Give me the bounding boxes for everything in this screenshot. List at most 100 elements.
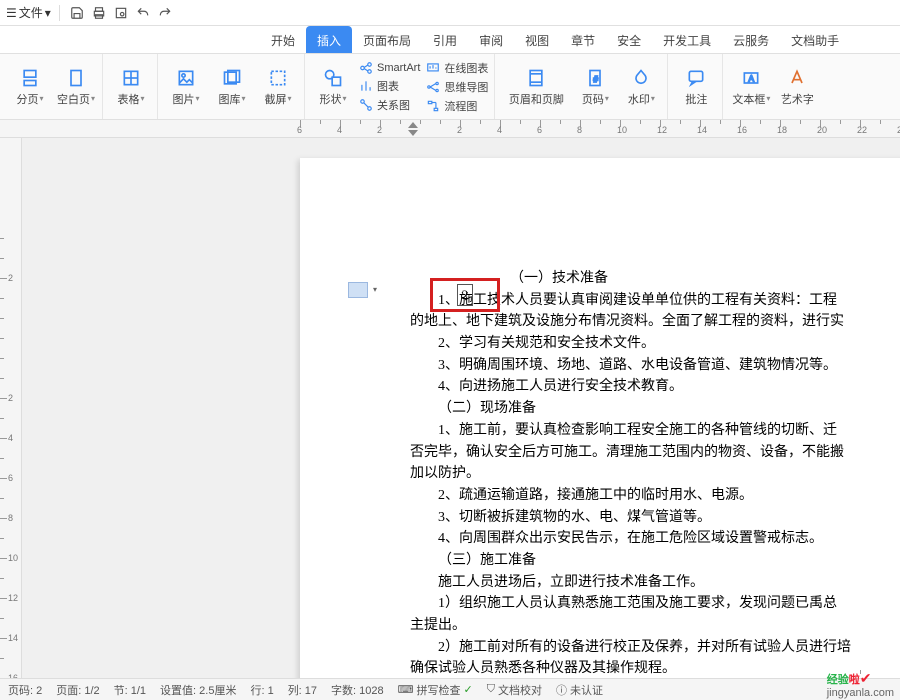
- status-line[interactable]: 行: 1: [250, 682, 273, 698]
- online-chart-button[interactable]: 在线图表: [426, 60, 488, 76]
- print-preview-icon[interactable]: [112, 4, 130, 22]
- file-menu[interactable]: ☰ 文件 ▾: [6, 4, 51, 21]
- tab-sections[interactable]: 章节: [560, 26, 606, 53]
- hamburger-icon: ☰: [6, 6, 17, 20]
- table-button[interactable]: 表格▾: [111, 59, 151, 115]
- tab-start[interactable]: 开始: [260, 26, 306, 53]
- doc-line[interactable]: （二）现场准备: [410, 398, 900, 420]
- check-icon: ✓: [464, 683, 473, 696]
- document-page[interactable]: ▾ 2 （一）技术准备1、施工技术人员要认真审阅建设单单位供的工程有关资料：工程…: [300, 158, 900, 678]
- status-page-no[interactable]: 页码: 2: [8, 682, 42, 698]
- redo-icon[interactable]: [156, 4, 174, 22]
- tab-view[interactable]: 视图: [514, 26, 560, 53]
- doc-line[interactable]: 4、向进扬施工人员进行安全技术教育。: [410, 376, 900, 398]
- mindmap-button[interactable]: 思维导图: [426, 79, 488, 95]
- svg-text:#: #: [594, 74, 599, 84]
- tab-devtools[interactable]: 开发工具: [652, 26, 722, 53]
- status-pos[interactable]: 设置值: 2.5厘米: [160, 682, 236, 698]
- status-section[interactable]: 节: 1/1: [114, 682, 146, 698]
- chart-button[interactable]: 图表: [359, 78, 420, 94]
- status-page-view[interactable]: 页面: 1/2: [56, 682, 99, 698]
- chevron-down-icon: ▾: [766, 94, 770, 103]
- status-auth[interactable]: ⓘ未认证: [556, 682, 603, 698]
- status-chars[interactable]: 字数: 1028: [331, 682, 384, 698]
- header-footer-icon: [525, 67, 547, 89]
- undo-icon[interactable]: [134, 4, 152, 22]
- chevron-down-icon: ▾: [39, 94, 43, 103]
- ribbon: 分页▾ 空白页▾ 表格▾ 图片▾ 图库▾ 截屏▾ 形状▾ SmartArt 图表…: [0, 54, 900, 120]
- label: 批注: [685, 91, 707, 107]
- tab-review[interactable]: 审阅: [468, 26, 514, 53]
- label: 页眉和页脚: [509, 91, 564, 107]
- doc-line[interactable]: 4、向周围群众出示安民告示，在施工危险区域设置警戒标志。: [410, 528, 900, 550]
- chevron-down-icon: ▾: [287, 94, 291, 103]
- smartart-button[interactable]: SmartArt: [359, 61, 420, 75]
- status-spell[interactable]: ⌨拼写检查✓: [398, 682, 473, 698]
- watermark-logo: 经验啦✔ jingyanla.com: [827, 670, 894, 699]
- chevron-down-icon: ▾: [605, 94, 609, 103]
- horizontal-ruler[interactable]: 64224681012141618202224262830: [0, 120, 900, 138]
- doc-line[interactable]: 1）组织施工人员认真熟悉施工范围及施工要求，发现问题已禹总: [410, 593, 900, 615]
- textbox-button[interactable]: A文本框▾: [731, 59, 771, 115]
- keyboard-icon: ⌨: [398, 683, 414, 696]
- doc-line[interactable]: 施工人员进场后，立即进行技术准备工作。: [410, 572, 900, 594]
- gallery-button[interactable]: 图库▾: [212, 59, 252, 115]
- chart-icon: [359, 79, 373, 93]
- status-col[interactable]: 列: 17: [288, 682, 317, 698]
- flowchart-button[interactable]: 流程图: [426, 98, 488, 114]
- vertical-ruler[interactable]: 22468101214161820: [0, 138, 22, 678]
- doc-line[interactable]: 加以防护。: [410, 463, 900, 485]
- tab-dochelper[interactable]: 文档助手: [780, 26, 850, 53]
- label: 页码: [582, 91, 604, 107]
- print-icon[interactable]: [90, 4, 108, 22]
- chevron-down-icon: ▾: [241, 94, 245, 103]
- blank-page-button[interactable]: 空白页▾: [56, 59, 96, 115]
- status-bar: 页码: 2 页面: 1/2 节: 1/1 设置值: 2.5厘米 行: 1 列: …: [0, 678, 900, 700]
- doc-line[interactable]: （三）施工准备: [410, 550, 900, 572]
- screenshot-button[interactable]: 截屏▾: [258, 59, 298, 115]
- workspace: 22468101214161820 ▾ 2 （一）技术准备1、施工技术人员要认真…: [0, 138, 900, 678]
- shapes-button[interactable]: 形状▾: [313, 59, 353, 115]
- header-footer-button[interactable]: 页眉和页脚: [503, 59, 569, 115]
- label: 思维导图: [444, 79, 488, 95]
- comment-button[interactable]: 批注: [676, 59, 716, 115]
- doc-line[interactable]: 否完毕，确认安全后方可施工。清理施工范围内的物资、设备，不能搬: [410, 442, 900, 464]
- page-break-button[interactable]: 分页▾: [10, 59, 50, 115]
- table-icon: [120, 67, 142, 89]
- status-doccheck[interactable]: ⛉文档校对: [487, 682, 542, 698]
- chevron-down-icon: ▾: [45, 6, 51, 20]
- relation-icon: [359, 98, 373, 112]
- tab-layout[interactable]: 页面布局: [352, 26, 422, 53]
- doc-line[interactable]: 3、明确周围环境、场地、道路、水电设备管道、建筑物情况等。: [410, 355, 900, 377]
- doc-line[interactable]: 3、切断被拆建筑物的水、电、煤气管道等。: [410, 507, 900, 529]
- doc-line[interactable]: （一）技术准备: [510, 268, 900, 290]
- doc-line[interactable]: 2、疏通运输道路，接通施工中的临时用水、电源。: [410, 485, 900, 507]
- doc-line[interactable]: 1、施工前，要认真检查影响工程安全施工的各种管线的切断、迁: [410, 420, 900, 442]
- page-number-button[interactable]: # 页码▾: [575, 59, 615, 115]
- label: SmartArt: [377, 62, 420, 74]
- watermark-button[interactable]: 水印▾: [621, 59, 661, 115]
- tab-cloud[interactable]: 云服务: [722, 26, 780, 53]
- label: 关系图: [377, 97, 410, 113]
- save-icon[interactable]: [68, 4, 86, 22]
- picture-button[interactable]: 图片▾: [166, 59, 206, 115]
- flowchart-icon: [426, 99, 440, 113]
- doc-line[interactable]: 主提出。: [410, 615, 900, 637]
- tab-security[interactable]: 安全: [606, 26, 652, 53]
- info-icon: ⓘ: [556, 682, 567, 698]
- doc-line[interactable]: 2）施工前对所有的设备进行校正及保养，并对所有试验人员进行培: [410, 637, 900, 659]
- comment-icon: [685, 67, 707, 89]
- tab-insert[interactable]: 插入: [306, 26, 352, 53]
- doc-line[interactable]: 的地上、地下建筑及设施分布情况资料。全面了解工程的资料，进行实: [410, 311, 900, 333]
- wordart-button[interactable]: 艺术字: [777, 59, 817, 115]
- label: 分页: [16, 91, 38, 107]
- paragraph-icon[interactable]: ▾: [348, 282, 368, 298]
- chevron-down-icon: ▾: [342, 94, 346, 103]
- doc-line[interactable]: 2、学习有关规范和安全技术文件。: [410, 333, 900, 355]
- label: 文本框: [732, 91, 765, 107]
- tab-references[interactable]: 引用: [422, 26, 468, 53]
- relation-button[interactable]: 关系图: [359, 97, 420, 113]
- chevron-down-icon: ▾: [91, 94, 95, 103]
- chevron-down-icon: ▾: [140, 94, 144, 103]
- divider: [59, 5, 60, 21]
